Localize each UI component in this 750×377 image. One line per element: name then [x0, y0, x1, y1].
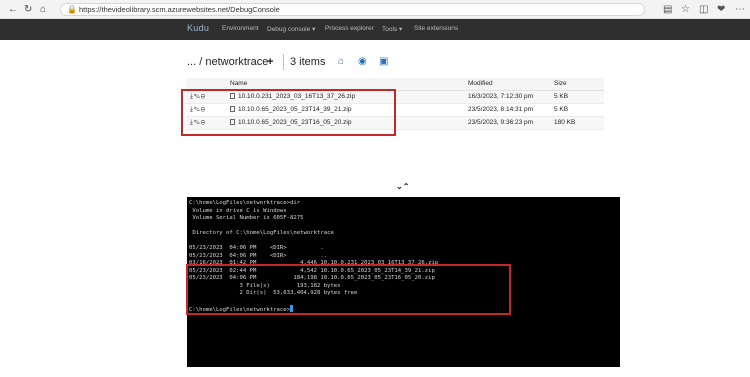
kudu-brand[interactable]: Kudu [187, 23, 209, 33]
console-line: Directory of C:\home\LogFiles\networktra… [189, 230, 334, 236]
nav-site-extensions[interactable]: Site extensions [414, 25, 458, 32]
file-modified: 16/3/2023, 7:12:30 pm [468, 90, 554, 104]
size-column-header[interactable]: Size [554, 78, 604, 91]
file-size: 180 KB [554, 116, 604, 130]
browser-toolbar: ← ↻ ⌂ 🔒 https://thevideolibrary.scm.azur… [0, 0, 750, 19]
nav-tools[interactable]: Tools ▾ [382, 25, 402, 33]
console-line: 05/23/2023 04:06 PM <DIR> . [189, 245, 324, 251]
collapse-expand-icon[interactable]: ⌄⌃ [396, 182, 409, 191]
console-line: Volume in drive C is Windows [189, 207, 287, 214]
add-icon[interactable]: + [267, 56, 273, 68]
collections-icon[interactable]: ❤ [717, 4, 725, 15]
kudu-navbar: Kudu Environment Debug console ▾ Process… [0, 19, 750, 40]
globe-icon[interactable]: ◉ [358, 56, 367, 67]
modified-column-header[interactable]: Modified [468, 78, 554, 91]
file-size: 5 KB [554, 90, 604, 104]
back-icon[interactable]: ← [8, 4, 18, 15]
console-line: 05/23/2023 04:06 PM <DIR> .. [189, 252, 328, 259]
more-menu-icon[interactable]: ⋯ [735, 4, 745, 15]
breadcrumb[interactable]: ... / networktrace [187, 56, 268, 68]
console-highlight-box [186, 264, 511, 315]
reload-icon[interactable]: ↻ [24, 4, 32, 15]
lock-icon: 🔒 [67, 5, 77, 14]
drive-icon[interactable]: ▣ [379, 56, 388, 67]
home-icon[interactable]: ⌂ [40, 4, 46, 15]
nav-environment[interactable]: Environment [222, 25, 259, 32]
split-screen-icon[interactable]: ◫ [699, 4, 708, 15]
file-size: 5 KB [554, 103, 604, 117]
nav-process-explorer[interactable]: Process explorer [325, 25, 374, 32]
nav-debug-console[interactable]: Debug console ▾ [267, 25, 315, 33]
home-folder-icon[interactable]: ⌂ [338, 56, 344, 67]
header-divider [283, 54, 284, 70]
file-modified: 23/5/2023, 8:14:31 pm [468, 103, 554, 117]
file-highlight-box [181, 89, 396, 136]
file-modified: 23/5/2023, 9:36:23 pm [468, 116, 554, 130]
favorite-star-icon[interactable]: ☆ [681, 4, 690, 15]
item-count: 3 items [290, 56, 326, 68]
reader-icon[interactable]: ▤ [663, 4, 672, 15]
address-bar[interactable]: 🔒 https://thevideolibrary.scm.azurewebsi… [60, 3, 645, 16]
console-line: Volume Serial Number is 605F-8275 [189, 215, 304, 221]
console-line: C:\home\LogFiles\networktrace>dir [189, 200, 301, 206]
url-text: https://thevideolibrary.scm.azurewebsite… [79, 5, 280, 14]
